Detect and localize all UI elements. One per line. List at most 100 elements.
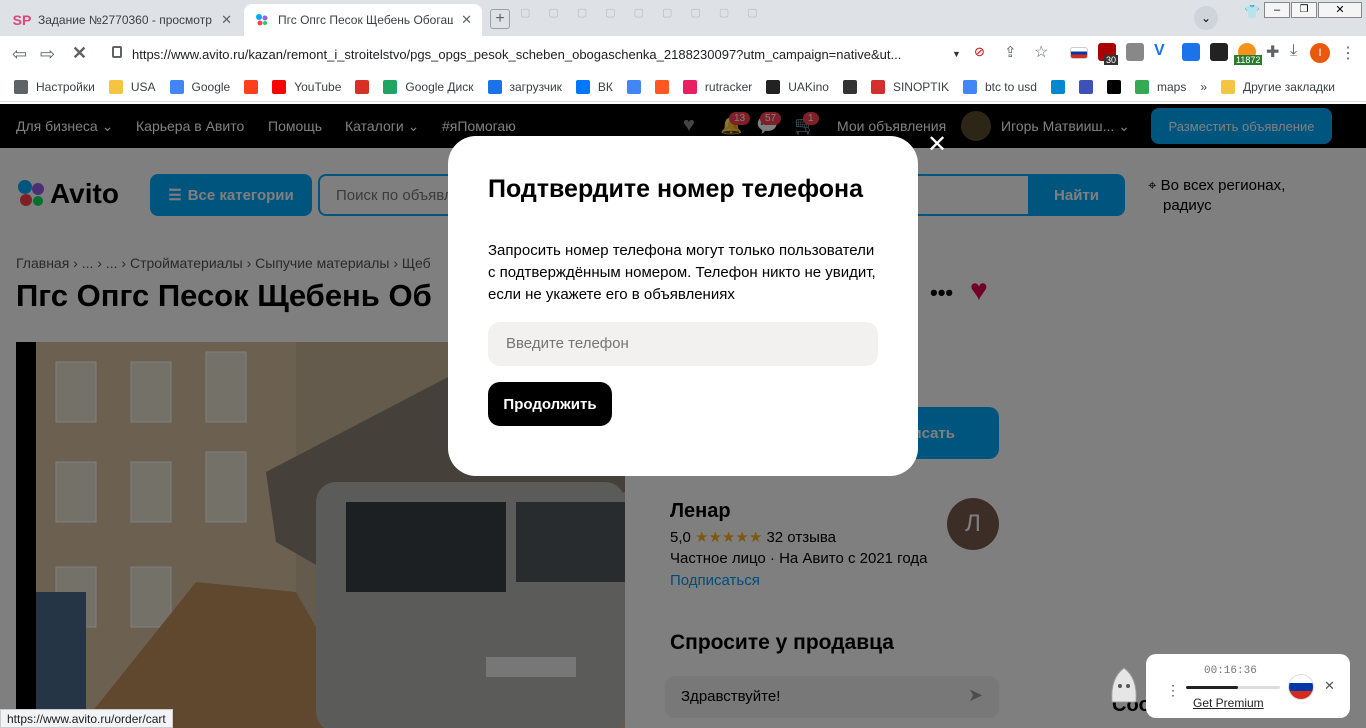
gmail-icon: [355, 79, 370, 94]
bookmark-item[interactable]: ВК: [575, 79, 613, 94]
google-icon: [169, 79, 184, 94]
blocked-icon[interactable]: ⊘: [974, 44, 985, 60]
calendar-badge: 30: [1104, 55, 1119, 65]
vpn-progress-fill: [1186, 686, 1238, 689]
bookmark-item[interactable]: USA: [108, 79, 156, 94]
get-premium-link[interactable]: Get Premium: [1193, 696, 1264, 710]
bookmark-item[interactable]: [1078, 79, 1093, 94]
bookmark-item[interactable]: maps: [1134, 79, 1187, 94]
tab-avito[interactable]: Пгс Опгс Песок Щебень Обогащ ✕: [244, 4, 482, 36]
other-bookmarks-label: Другие закладки: [1243, 79, 1335, 94]
tshirt-icon[interactable]: 👕: [1244, 4, 1260, 20]
bookmark-item[interactable]: загрузчик: [487, 79, 562, 94]
google-icon: [962, 79, 977, 94]
forward-icon[interactable]: ⇨: [40, 44, 55, 65]
bookmarks-more[interactable]: »: [1200, 80, 1207, 94]
bookmark-label: SINOPTIK: [892, 79, 949, 94]
bookmark-label: Google: [191, 79, 231, 94]
tab-search-chevron-icon[interactable]: ⌄: [1194, 6, 1218, 30]
back-icon[interactable]: ⇦: [12, 44, 27, 65]
phone-confirm-modal: Подтвердите номер телефона Запросить ном…: [448, 136, 918, 476]
widget-close-icon[interactable]: ✕: [1324, 678, 1335, 694]
modal-body: Запросить номер телефона могут только по…: [488, 242, 876, 303]
gear-icon: [14, 79, 28, 94]
status-url: https://www.avito.ru/order/cart: [0, 709, 173, 728]
tab-task[interactable]: SP Задание №2770360 - просмотр з ✕: [4, 4, 242, 36]
menu-icon[interactable]: ⋮: [1340, 43, 1356, 63]
v-ext-icon[interactable]: V: [1154, 42, 1165, 60]
url-bar[interactable]: https://www.avito.ru/kazan/remont_i_stro…: [100, 41, 966, 67]
phone-placeholder: Введите телефон: [506, 335, 629, 352]
terminal-ext-icon[interactable]: [1210, 43, 1228, 61]
new-tab-plus-icon[interactable]: +: [490, 9, 510, 29]
share-icon[interactable]: ⇪: [1004, 43, 1017, 61]
briefcase-ext-icon[interactable]: [1126, 43, 1144, 61]
chess-icon: [842, 79, 857, 94]
bookmark-item[interactable]: Google: [169, 79, 231, 94]
p-icon: [1050, 79, 1065, 94]
url-dropdown-icon[interactable]: ▼: [952, 49, 961, 59]
bookmark-item[interactable]: YouTube: [272, 79, 341, 94]
bookmark-item[interactable]: [626, 79, 641, 94]
bookmark-label: maps: [1156, 79, 1187, 94]
other-bookmarks[interactable]: Другие закладки: [1221, 79, 1335, 94]
f-icon: [654, 79, 669, 94]
vk-icon: [575, 79, 590, 94]
bookmark-star-icon[interactable]: ☆: [1034, 42, 1048, 62]
widget-menu-icon[interactable]: ⋮: [1166, 682, 1180, 699]
bookmark-item[interactable]: [842, 79, 857, 94]
folder-icon: [1221, 79, 1236, 94]
bookmarks-bar: Настройки USA Google YouTube Google Диск загр…: [0, 72, 1366, 102]
profile-avatar[interactable]: I: [1310, 43, 1330, 63]
stop-loading-icon[interactable]: ✕: [72, 43, 87, 64]
background-tabs: ▢ ▢ ▢ ▢ ▢ ▢ ▢ ▢ ▢: [520, 7, 758, 19]
close-window-button[interactable]: ✕: [1318, 2, 1362, 18]
bookmark-label: Настройки: [36, 79, 95, 94]
close-tab-icon[interactable]: ✕: [461, 12, 472, 28]
bookmark-item[interactable]: [1050, 79, 1065, 94]
arrow-icon: [1078, 79, 1093, 94]
bookmark-item[interactable]: [654, 79, 669, 94]
restore-button[interactable]: ❐: [1291, 2, 1317, 18]
modal-close-icon[interactable]: ✕: [926, 133, 948, 157]
tab-title: Пгс Опгс Песок Щебень Обогащ: [278, 13, 454, 27]
infinity-icon: [487, 79, 502, 94]
vpn-timer: 00:16:36: [1204, 665, 1257, 677]
yandex-icon: [244, 79, 259, 94]
youtube-icon: [272, 79, 287, 94]
bookmark-item[interactable]: btc to usd: [962, 79, 1037, 94]
bookmark-item[interactable]: SINOPTIK: [870, 79, 949, 94]
bookmark-item[interactable]: Google Диск: [383, 79, 474, 94]
bookmark-label: btc to usd: [984, 79, 1037, 94]
translate-icon: [626, 79, 641, 94]
bookmark-item[interactable]: UAKino: [766, 79, 829, 94]
url-text: https://www.avito.ru/kazan/remont_i_stro…: [132, 46, 902, 62]
downloads-icon[interactable]: ⤓: [1290, 42, 1297, 60]
phone-input[interactable]: Введите телефон: [488, 322, 878, 366]
btc-badge: 11872: [1234, 55, 1263, 65]
bc-icon: [1106, 79, 1121, 94]
bookmark-item[interactable]: Настройки: [14, 79, 95, 94]
minimize-button[interactable]: –: [1264, 2, 1290, 18]
bookmark-item[interactable]: [355, 79, 370, 94]
maps-icon: [1134, 79, 1149, 94]
modal-title: Подтвердите номер телефона: [488, 175, 864, 203]
bookmark-item[interactable]: [244, 79, 259, 94]
download-ext-icon[interactable]: [1182, 43, 1200, 61]
vpn-progress-track: [1186, 686, 1280, 689]
bookmark-item[interactable]: [1106, 79, 1121, 94]
folder-icon: [108, 79, 123, 94]
extensions-puzzle-icon[interactable]: ✚: [1266, 42, 1279, 62]
bookmark-label: ВК: [597, 79, 613, 94]
ghost-mascot-icon[interactable]: [1106, 664, 1142, 704]
russia-flag-icon[interactable]: [1070, 47, 1088, 59]
continue-button[interactable]: Продолжить: [488, 382, 612, 426]
russia-flag-icon[interactable]: [1288, 674, 1314, 700]
bookmark-item[interactable]: rutracker: [682, 79, 753, 94]
tab-title: Задание №2770360 - просмотр з: [38, 13, 214, 27]
thermometer-icon: [870, 79, 885, 94]
bookmark-label: rutracker: [704, 79, 753, 94]
bookmark-label: загрузчик: [509, 79, 562, 94]
avito-favicon-icon: [254, 12, 270, 28]
close-tab-icon[interactable]: ✕: [221, 12, 232, 28]
